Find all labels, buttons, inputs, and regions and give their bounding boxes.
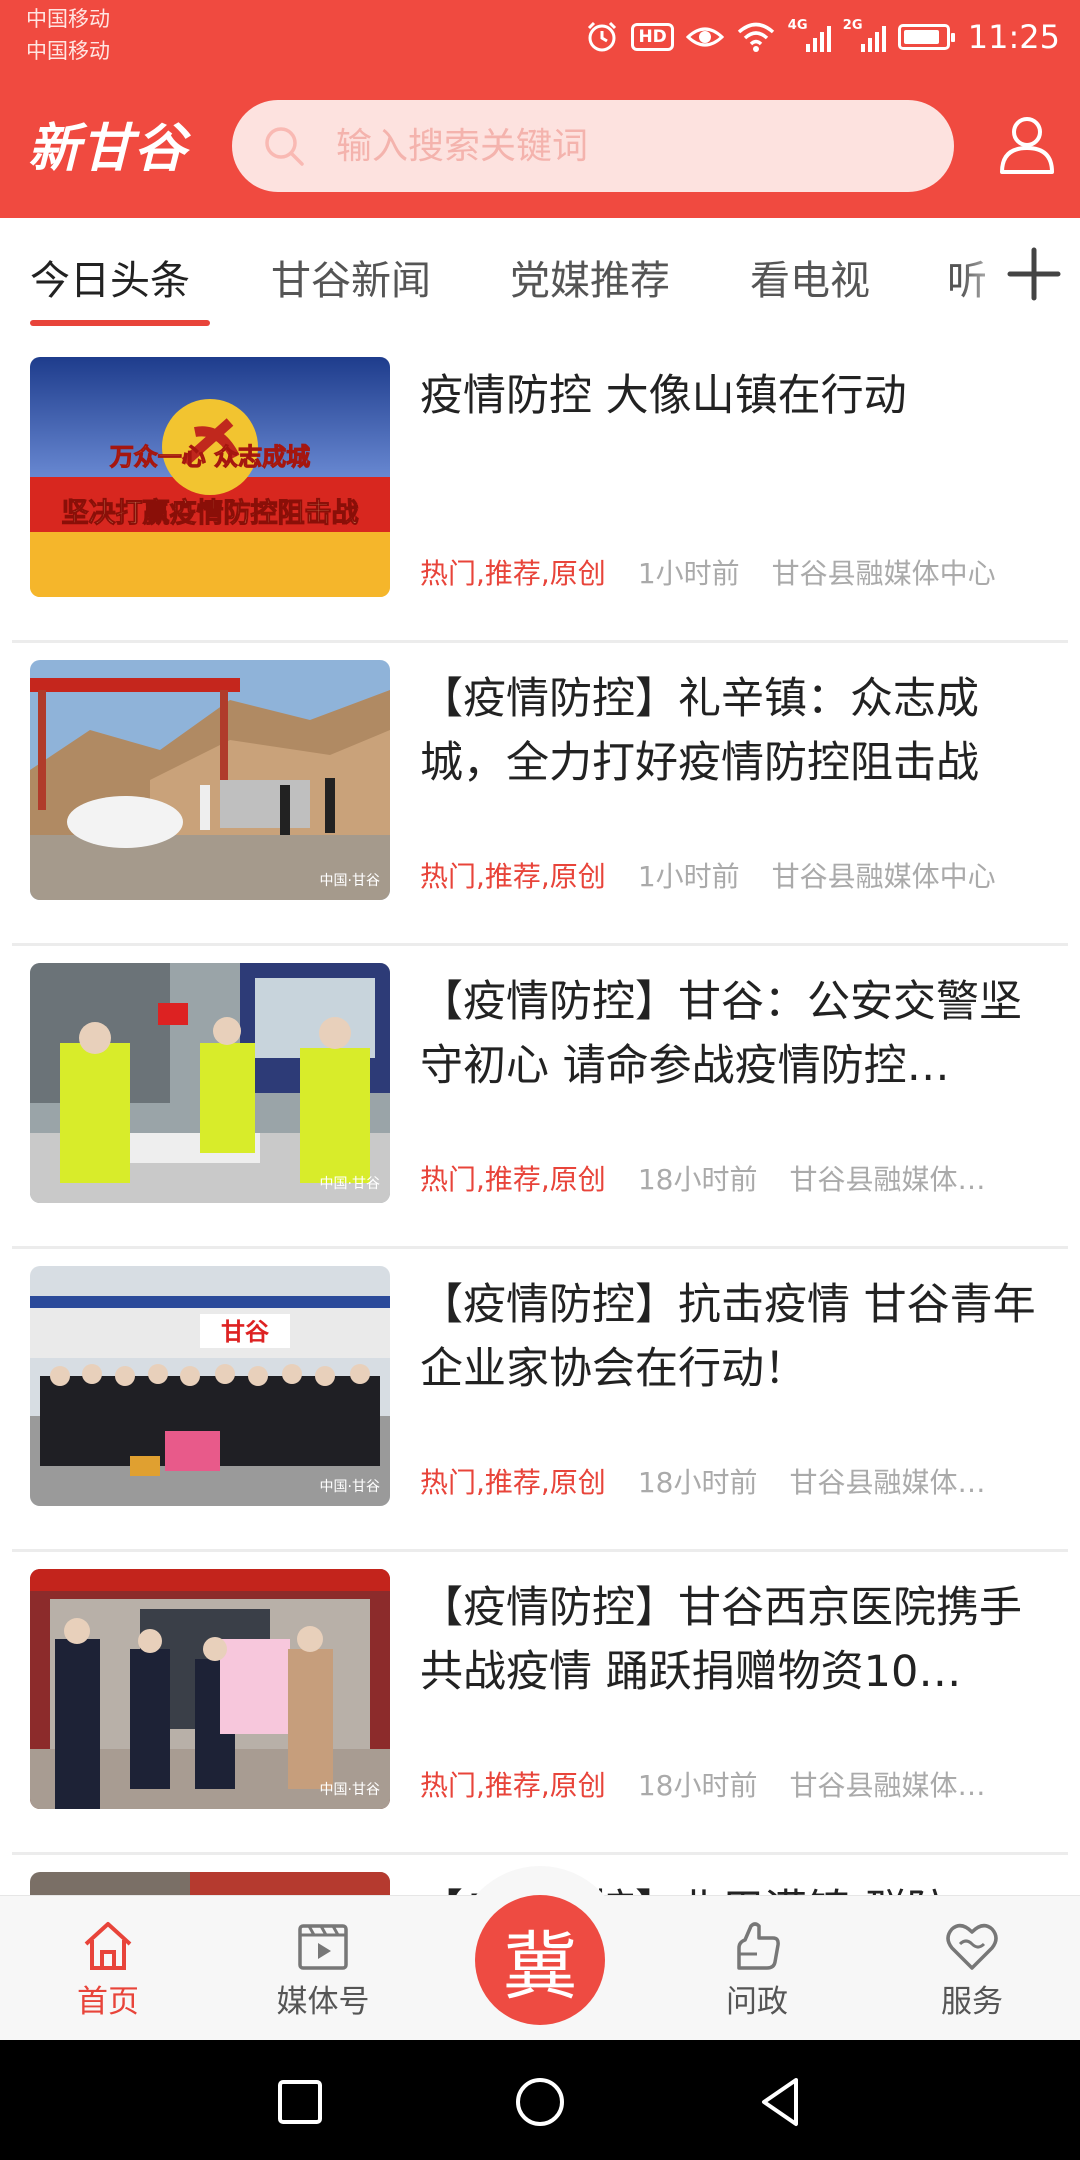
nav-media[interactable]: 媒体号 bbox=[253, 1918, 393, 2021]
center-action-button[interactable]: 冀 bbox=[475, 1895, 605, 2025]
news-title[interactable]: 疫情防控 大像山镇在行动 bbox=[420, 364, 1050, 428]
tab-party-media[interactable]: 党媒推荐 bbox=[510, 248, 670, 306]
home-icon bbox=[84, 1922, 132, 1970]
news-thumbnail[interactable]: 中国·甘谷 bbox=[30, 660, 390, 900]
search-icon bbox=[265, 127, 304, 166]
heart-icon bbox=[946, 1923, 998, 1970]
news-item[interactable]: 万众一心 众志成城 坚决打赢疫情防控阻击战 疫情防控 大像山镇在行动 热门,推荐… bbox=[0, 340, 1080, 643]
video-icon bbox=[298, 1924, 348, 1970]
banner-line-1: 万众一心 众志成城 bbox=[110, 443, 310, 471]
news-time: 18小时前 bbox=[637, 1163, 758, 1196]
nav-service-label: 服务 bbox=[941, 1984, 1003, 2020]
battery-icon bbox=[897, 24, 955, 50]
nav-service[interactable]: 服务 bbox=[902, 1918, 1042, 2021]
signal-4g-label: 4G bbox=[787, 18, 808, 33]
recent-apps-icon[interactable] bbox=[272, 2074, 328, 2130]
watermark-text: 中国·甘谷 bbox=[320, 1176, 380, 1192]
news-meta: 热门,推荐,原创 1小时前 甘谷县融媒体中心 bbox=[420, 855, 1060, 895]
channel-tabs: 今日头条 甘谷新闻 党媒推荐 看电视 听 bbox=[0, 218, 1080, 340]
news-tags: 热门,推荐,原创 bbox=[420, 860, 606, 893]
home-circle-icon[interactable] bbox=[512, 2074, 568, 2130]
news-item[interactable]: 甘谷 中国·甘谷 【疫情防控】抗击疫情 甘谷青年企业家协会在行动！ 热门,推荐,… bbox=[0, 1249, 1080, 1552]
news-tags: 热门,推荐,原创 bbox=[420, 1163, 606, 1196]
news-title[interactable]: 【疫情防控】甘谷西京医院携手共战疫情 踊跃捐赠物资10… bbox=[420, 1576, 1050, 1704]
hd-icon: HD bbox=[631, 23, 674, 51]
news-source: 甘谷县融媒体… bbox=[789, 1466, 986, 1499]
add-channel-icon[interactable] bbox=[1006, 246, 1062, 302]
nav-inquiry[interactable]: 问政 bbox=[687, 1918, 827, 2021]
thumbnail-overlay: 甘谷 中国·甘谷 bbox=[221, 1318, 380, 1495]
news-title[interactable]: 【疫情防控】甘谷：公安交警坚守初心 请命参战疫情防控… bbox=[420, 970, 1050, 1098]
watermark-text: 中国·甘谷 bbox=[320, 1782, 380, 1798]
news-time: 1小时前 bbox=[637, 557, 740, 590]
thumbnail-banner: 万众一心 众志成城 坚决打赢疫情防控阻击战 bbox=[61, 443, 359, 530]
thumbnail-watermark: 中国·甘谷 bbox=[320, 873, 380, 889]
tab-today-headlines[interactable]: 今日头条 bbox=[30, 248, 190, 306]
nav-media-label: 媒体号 bbox=[276, 1984, 370, 2020]
toll-sign-text: 甘谷 bbox=[221, 1318, 270, 1346]
news-thumbnail[interactable]: 甘谷 中国·甘谷 bbox=[30, 1266, 390, 1506]
news-meta: 热门,推荐,原创 18小时前 甘谷县融媒体… bbox=[420, 1461, 1060, 1501]
app-logo[interactable]: 新甘谷 bbox=[28, 106, 187, 181]
app-header: 中国移动 中国移动 HD 4G 2G 11:25 新甘谷 输入搜索关键词 bbox=[0, 0, 1080, 218]
bottom-navigation: 首页 媒体号 冀 问政 服务 bbox=[0, 1866, 1080, 2040]
news-time: 18小时前 bbox=[637, 1769, 758, 1802]
hand-icon bbox=[737, 1922, 780, 1970]
news-tags: 热门,推荐,原创 bbox=[420, 1466, 606, 1499]
news-meta: 热门,推荐,原创 18小时前 甘谷县融媒体… bbox=[420, 1158, 1060, 1198]
eye-comfort-icon bbox=[685, 17, 724, 57]
news-item[interactable]: 中国·甘谷 【疫情防控】礼辛镇：众志成城，全力打好疫情防控阻击战 热门,推荐,原… bbox=[0, 643, 1080, 946]
tab-watch-tv[interactable]: 看电视 bbox=[750, 248, 870, 306]
tab-gangu-news[interactable]: 甘谷新闻 bbox=[271, 248, 431, 306]
watermark-text: 中国·甘谷 bbox=[320, 1479, 380, 1495]
news-meta: 热门,推荐,原创 18小时前 甘谷县融媒体… bbox=[420, 1764, 1060, 1804]
active-tab-indicator bbox=[30, 320, 210, 326]
news-source: 甘谷县融媒体… bbox=[789, 1163, 986, 1196]
news-title[interactable]: 【疫情防控】礼辛镇：众志成城，全力打好疫情防控阻击战 bbox=[420, 667, 1050, 795]
alarm-icon bbox=[585, 17, 619, 57]
news-source: 甘谷县融媒体中心 bbox=[771, 860, 996, 893]
wifi-icon bbox=[736, 17, 776, 57]
nav-inquiry-label: 问政 bbox=[726, 1984, 788, 2020]
news-time: 18小时前 bbox=[637, 1466, 758, 1499]
system-navigation-bar bbox=[0, 2040, 1080, 2160]
nav-home-label: 首页 bbox=[77, 1984, 139, 2020]
news-source: 甘谷县融媒体中心 bbox=[771, 557, 996, 590]
news-title[interactable]: 【疫情防控】抗击疫情 甘谷青年企业家协会在行动！ bbox=[420, 1273, 1050, 1401]
news-list: 万众一心 众志成城 坚决打赢疫情防控阻击战 疫情防控 大像山镇在行动 热门,推荐… bbox=[0, 340, 1080, 1895]
user-profile-icon[interactable] bbox=[998, 114, 1056, 174]
nav-home[interactable]: 首页 bbox=[38, 1918, 178, 2021]
banner-line-2: 坚决打赢疫情防控阻击战 bbox=[62, 497, 359, 529]
thumbnail-watermark: 中国·甘谷 bbox=[320, 1176, 380, 1192]
news-tags: 热门,推荐,原创 bbox=[420, 1769, 606, 1802]
news-item[interactable]: 中国·甘谷 【疫情防控】甘谷西京医院携手共战疫情 踊跃捐赠物资10… 热门,推荐… bbox=[0, 1552, 1080, 1855]
status-icons: HD 4G 2G 11:25 bbox=[585, 12, 1060, 62]
carrier-info: 中国移动 中国移动 bbox=[26, 6, 110, 70]
news-thumbnail[interactable]: 万众一心 众志成城 坚决打赢疫情防控阻击战 bbox=[30, 357, 390, 597]
clock: 11:25 bbox=[967, 18, 1060, 56]
search-input[interactable] bbox=[336, 125, 896, 167]
watermark-text: 中国·甘谷 bbox=[320, 873, 380, 889]
signal-2g-label: 2G bbox=[842, 18, 863, 33]
carrier-2: 中国移动 bbox=[26, 39, 110, 63]
news-time: 1小时前 bbox=[637, 860, 740, 893]
news-thumbnail[interactable]: 中国·甘谷 bbox=[30, 963, 390, 1203]
app-bar: 新甘谷 bbox=[0, 86, 1080, 206]
news-thumbnail[interactable] bbox=[30, 1872, 390, 1895]
news-item[interactable]: 中国·甘谷 【疫情防控】甘谷：公安交警坚守初心 请命参战疫情防控… 热门,推荐,… bbox=[0, 946, 1080, 1249]
thumbnail-watermark: 中国·甘谷 bbox=[320, 1782, 380, 1798]
news-tags: 热门,推荐,原创 bbox=[420, 557, 606, 590]
news-meta: 热门,推荐,原创 1小时前 甘谷县融媒体中心 bbox=[420, 552, 1060, 592]
signal-2g-icon: 2G bbox=[843, 18, 886, 52]
news-source: 甘谷县融媒体… bbox=[789, 1769, 986, 1802]
back-icon[interactable] bbox=[752, 2074, 808, 2130]
news-thumbnail[interactable]: 中国·甘谷 bbox=[30, 1569, 390, 1809]
carrier-1: 中国移动 bbox=[26, 7, 110, 31]
search-bar[interactable] bbox=[232, 100, 954, 192]
status-bar: 中国移动 中国移动 HD 4G 2G 11:25 bbox=[0, 0, 1080, 75]
signal-4g-icon: 4G bbox=[788, 18, 831, 52]
